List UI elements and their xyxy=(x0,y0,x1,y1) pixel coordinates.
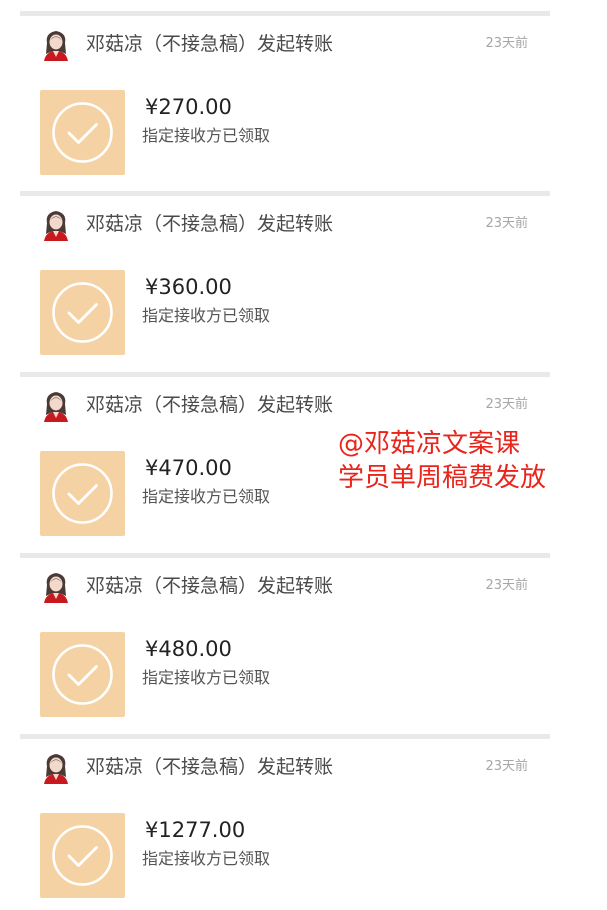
transfer-received-tile[interactable] xyxy=(40,632,125,717)
check-circle-icon xyxy=(52,644,113,705)
transfer-amount: ¥470.00 xyxy=(145,456,232,480)
transfer-time: 23天前 xyxy=(485,759,528,774)
avatar-icon[interactable] xyxy=(41,571,71,603)
transfer-received-tile[interactable] xyxy=(40,90,125,175)
transfer-amount: ¥1277.00 xyxy=(145,818,246,842)
sender-label: 邓菇凉（不接急稿）发起转账 xyxy=(86,756,334,778)
sender-label: 邓菇凉（不接急稿）发起转账 xyxy=(86,33,334,55)
transfer-amount: ¥270.00 xyxy=(145,95,232,119)
transfer-time: 23天前 xyxy=(485,216,528,231)
avatar-icon[interactable] xyxy=(41,390,71,422)
transfer-card[interactable]: 邓菇凉（不接急稿）发起转账 23天前 ¥480.00 指定接收方已领取 xyxy=(20,553,550,734)
transfer-card[interactable]: 邓菇凉（不接急稿）发起转账 23天前 ¥1277.00 指定接收方已领取 xyxy=(20,734,550,910)
transfer-status: 指定接收方已领取 xyxy=(142,487,271,506)
check-circle-icon xyxy=(52,825,113,886)
avatar-icon[interactable] xyxy=(41,29,71,61)
transfer-time: 23天前 xyxy=(485,397,528,412)
transfer-status: 指定接收方已领取 xyxy=(142,668,271,687)
check-circle-icon xyxy=(52,102,113,163)
transfer-list: 邓菇凉（不接急稿）发起转账 23天前 ¥270.00 指定接收方已领取 邓菇凉（… xyxy=(0,0,607,910)
transfer-card[interactable]: 邓菇凉（不接急稿）发起转账 23天前 ¥360.00 指定接收方已领取 xyxy=(20,191,550,372)
transfer-status: 指定接收方已领取 xyxy=(142,126,271,145)
card-divider xyxy=(20,372,550,377)
transfer-card[interactable]: 邓菇凉（不接急稿）发起转账 23天前 ¥270.00 指定接收方已领取 xyxy=(20,11,550,192)
transfer-time: 23天前 xyxy=(485,36,528,51)
watermark-caption: @邓菇凉文案课 学员单周稿费发放 xyxy=(338,427,546,495)
card-divider xyxy=(20,734,550,739)
avatar-icon[interactable] xyxy=(41,752,71,784)
check-circle-icon xyxy=(52,463,113,524)
transfer-received-tile[interactable] xyxy=(40,451,125,536)
card-divider xyxy=(20,191,550,196)
watermark-line-2: 学员单周稿费发放 xyxy=(338,463,547,493)
transfer-status: 指定接收方已领取 xyxy=(142,306,271,325)
sender-label: 邓菇凉（不接急稿）发起转账 xyxy=(86,394,334,416)
transfer-status: 指定接收方已领取 xyxy=(142,849,271,868)
card-divider xyxy=(20,553,550,558)
sender-label: 邓菇凉（不接急稿）发起转账 xyxy=(86,575,334,597)
check-circle-icon xyxy=(52,282,113,343)
transfer-received-tile[interactable] xyxy=(40,270,125,355)
transfer-received-tile[interactable] xyxy=(40,813,125,898)
avatar-icon[interactable] xyxy=(41,209,71,241)
transfer-amount: ¥360.00 xyxy=(145,275,232,299)
watermark-line-1: @邓菇凉文案课 xyxy=(338,429,521,459)
card-divider xyxy=(20,11,550,16)
transfer-amount: ¥480.00 xyxy=(145,637,232,661)
sender-label: 邓菇凉（不接急稿）发起转账 xyxy=(86,213,334,235)
transfer-time: 23天前 xyxy=(485,578,528,593)
